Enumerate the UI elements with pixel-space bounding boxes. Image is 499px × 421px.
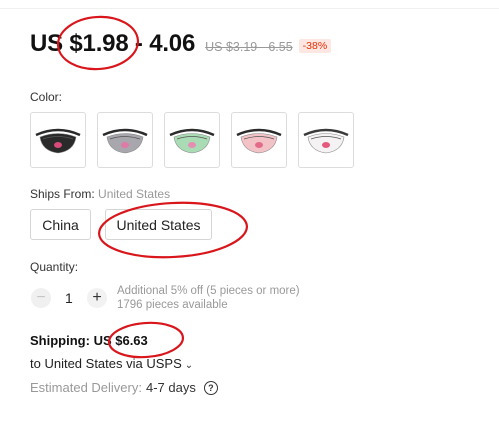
top-divider bbox=[0, 8, 499, 9]
color-option-2[interactable] bbox=[97, 112, 153, 168]
price-range: US $1.98 - 4.06 bbox=[30, 30, 196, 57]
stock-available: 1796 pieces available bbox=[117, 299, 228, 311]
discount-badge: -38% bbox=[298, 39, 332, 53]
ships-from-label: Ships From: United States bbox=[30, 187, 170, 201]
delivery-days: 4-7 days bbox=[145, 380, 196, 395]
color-option-4[interactable] bbox=[231, 112, 287, 168]
color-swatches bbox=[30, 112, 365, 168]
quantity-value[interactable]: 1 bbox=[65, 290, 73, 306]
white-bag-thumb bbox=[303, 128, 349, 154]
price-row: US $1.98 - 4.06 US $3.19 - 6.55 -38% bbox=[30, 30, 332, 62]
grey-bag-thumb bbox=[102, 128, 148, 154]
color-label: Color: bbox=[30, 90, 63, 104]
bulk-discount-note: Additional 5% off (5 pieces or more) bbox=[117, 285, 300, 297]
chevron-down-icon[interactable]: ⌄ bbox=[185, 360, 193, 371]
shipping-method[interactable]: to United States via USPS ⌄ bbox=[30, 356, 193, 371]
shipping-amount: US $6.63 bbox=[93, 333, 148, 348]
estimated-delivery: Estimated Delivery: 4-7 days ? bbox=[30, 380, 218, 395]
shipping-line: Shipping: US $6.63 bbox=[30, 333, 148, 348]
quantity-decrease-button[interactable]: − bbox=[31, 288, 51, 308]
help-icon[interactable]: ? bbox=[203, 380, 218, 395]
color-option-5[interactable] bbox=[298, 112, 354, 168]
quantity-label: Quantity: bbox=[30, 260, 79, 274]
pink-bag-thumb bbox=[236, 128, 282, 154]
green-bag-thumb bbox=[169, 128, 215, 154]
color-option-1[interactable] bbox=[30, 112, 86, 168]
ship-option-china[interactable]: China bbox=[30, 209, 91, 240]
original-price: US $3.19 - 6.55 bbox=[205, 40, 293, 54]
ship-option-united-states[interactable]: United States bbox=[105, 209, 212, 240]
black-bag-thumb bbox=[35, 128, 81, 154]
ships-from-selected: United States bbox=[98, 187, 171, 201]
shipping-to-text[interactable]: to United States via USPS bbox=[30, 356, 182, 371]
ships-from-title: Ships From: bbox=[30, 187, 95, 201]
color-option-3[interactable] bbox=[164, 112, 220, 168]
quantity-increase-button[interactable]: + bbox=[87, 288, 107, 308]
shipping-label: Shipping: bbox=[30, 333, 90, 348]
delivery-label: Estimated Delivery: bbox=[30, 380, 142, 395]
quantity-note: Additional 5% off (5 pieces or more) 179… bbox=[117, 284, 300, 312]
